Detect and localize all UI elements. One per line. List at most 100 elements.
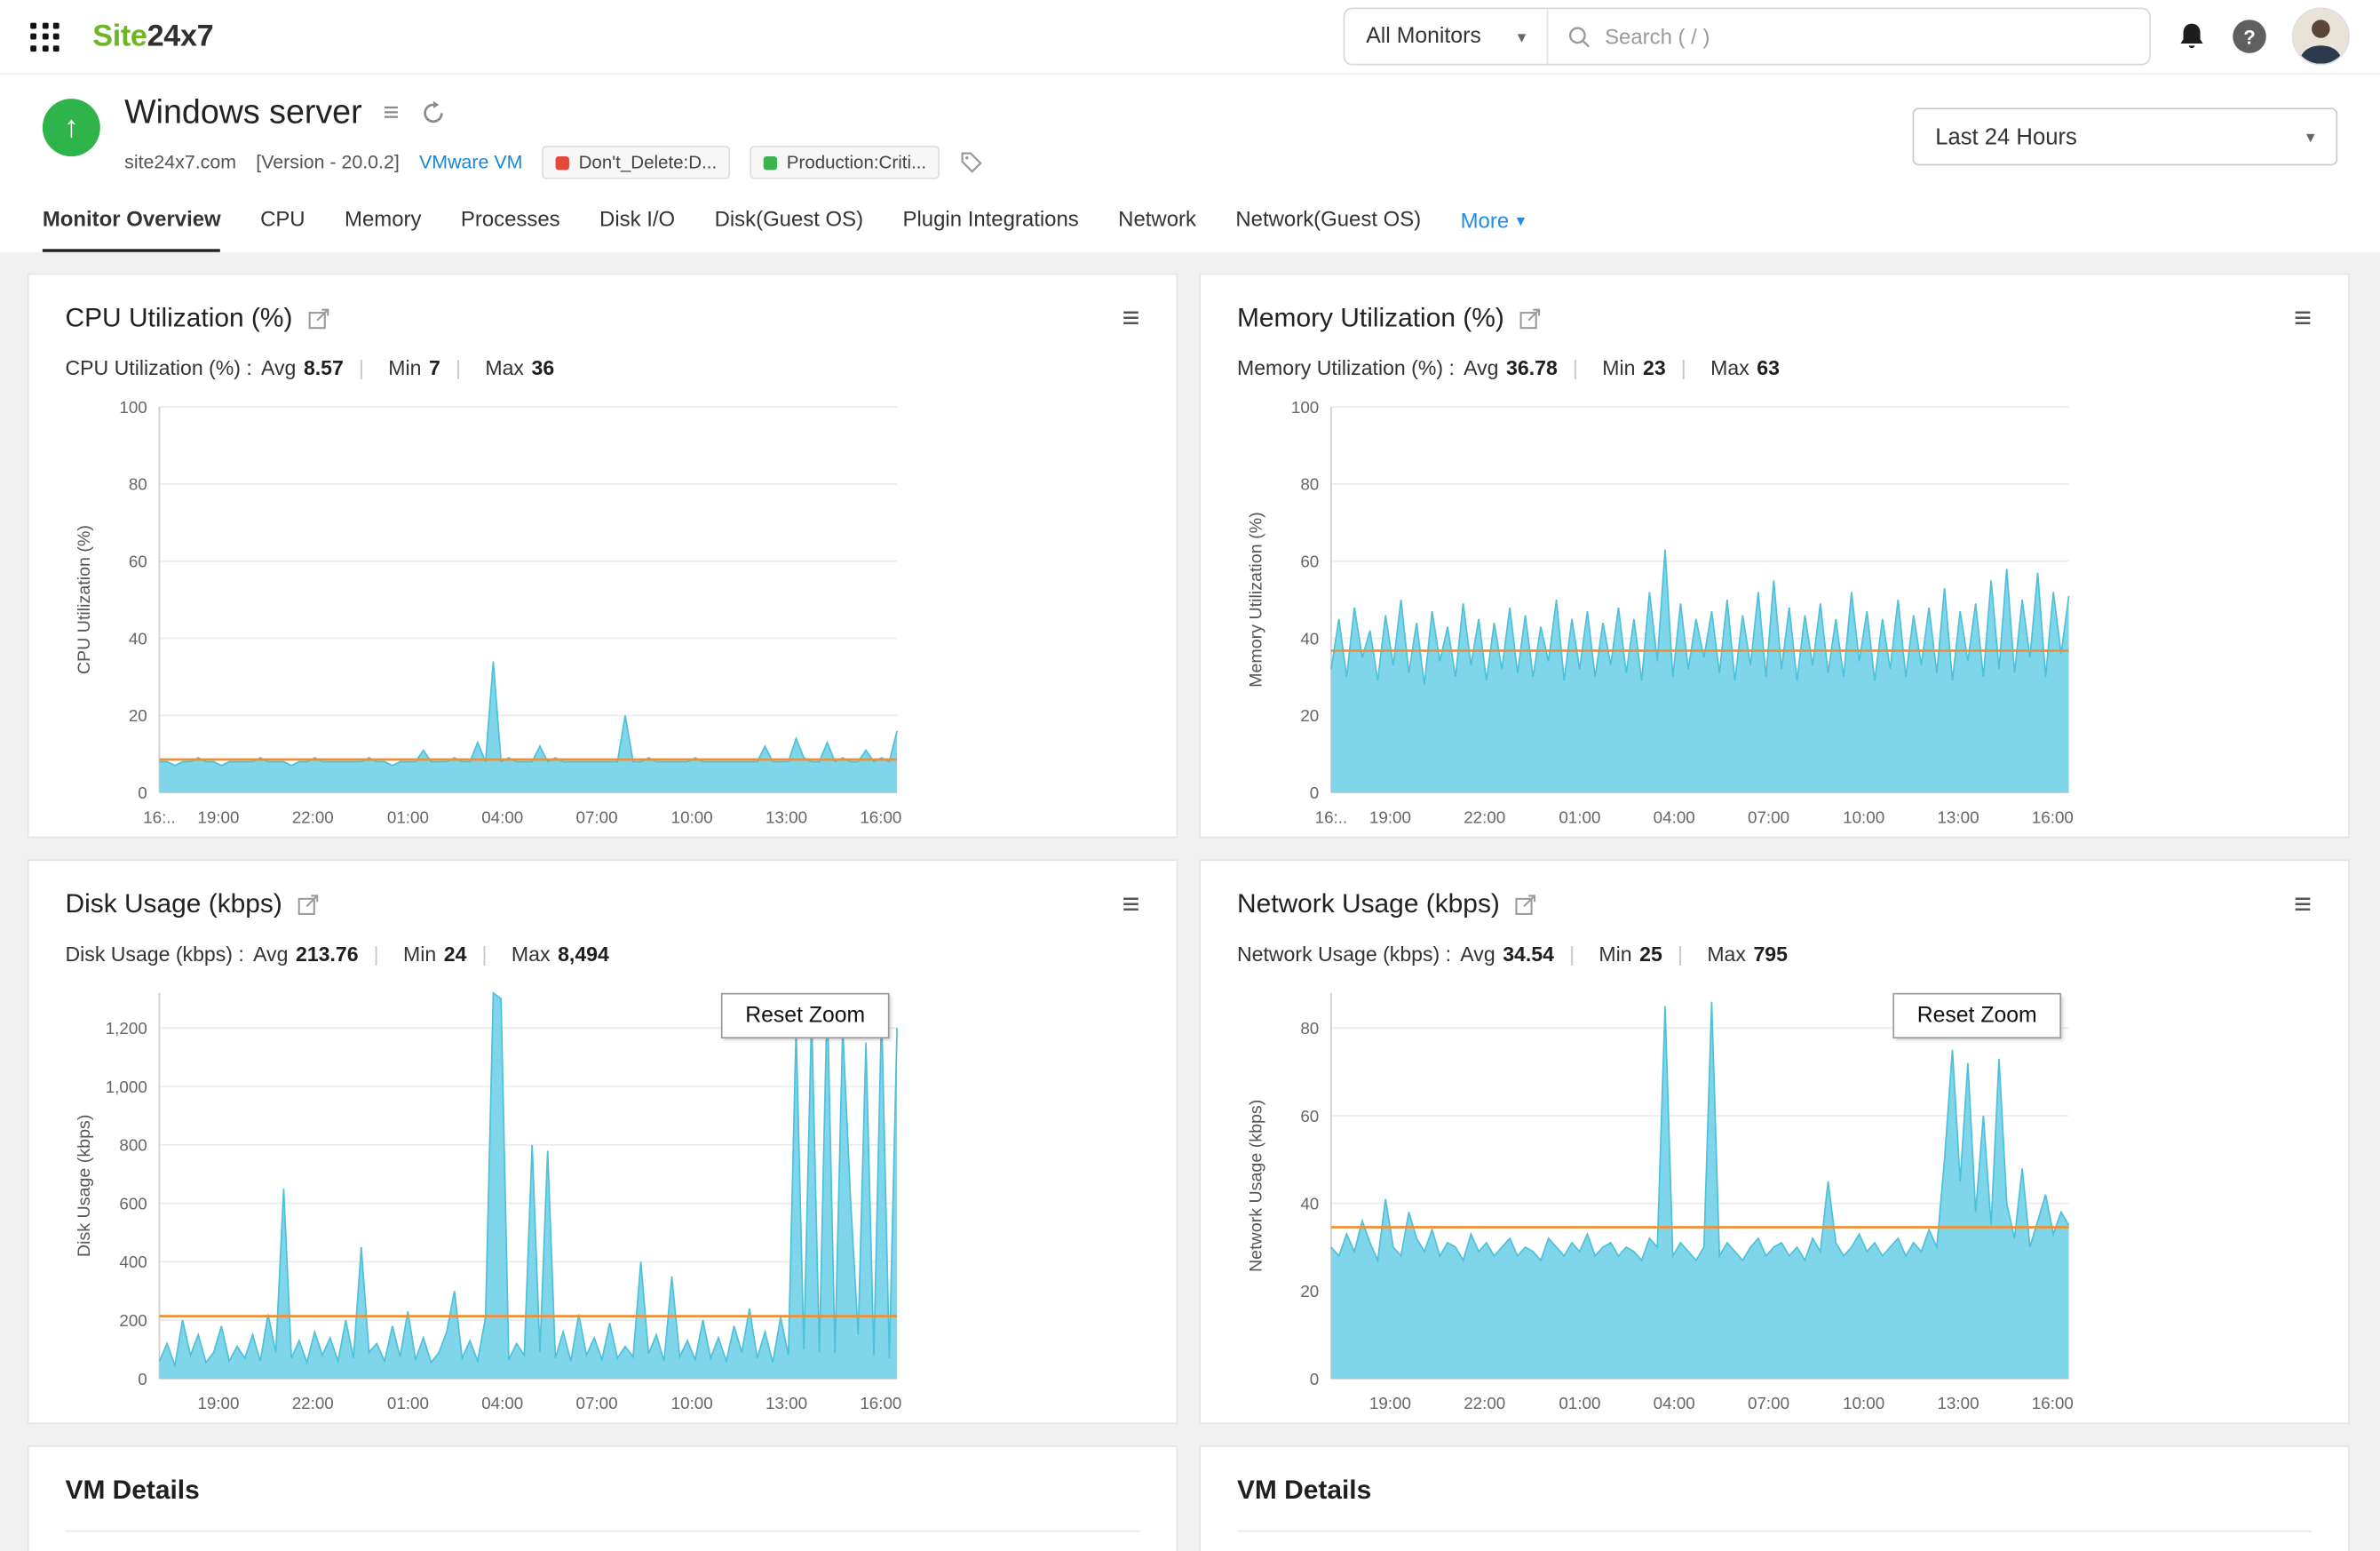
notifications-bell-icon[interactable] [2177, 20, 2207, 52]
stats-label: CPU Utilization (%) : [65, 356, 252, 380]
time-range-dropdown[interactable]: Last 24 Hours ▾ [1912, 107, 2338, 166]
svg-text:200: 200 [119, 1311, 147, 1330]
chart-menu-icon[interactable]: ≡ [2294, 889, 2312, 919]
user-avatar[interactable] [2291, 7, 2350, 66]
cpu-utilization-panel: CPU Utilization (%) ≡ CPU Utilization (%… [27, 273, 1178, 839]
dashboard-content: CPU Utilization (%) ≡ CPU Utilization (%… [0, 252, 2380, 1551]
expand-chart-icon[interactable] [1519, 306, 1543, 330]
refresh-icon[interactable] [420, 99, 446, 125]
tab-processes[interactable]: Processes [461, 206, 560, 251]
svg-text:04:00: 04:00 [1654, 807, 1695, 826]
vm-details-panel-right: VM Details ESX/ESXi Host Name 172.21.112… [1199, 1445, 2350, 1551]
vmware-vm-link[interactable]: VMware VM [419, 152, 522, 173]
tag-label: Don't_Delete:D... [578, 151, 718, 173]
vm-detail-row: ESX/ESXi Host Name 172.21.112.41 [1236, 1530, 2313, 1551]
disk-usage-panel: Disk Usage (kbps) ≡ Disk Usage (kbps) : … [27, 859, 1178, 1425]
disk-chart-area[interactable]: 0 200 400 600 800 1,000 1,200 19:00 22:00 01:00 04… [65, 972, 1139, 1423]
status-up-icon: ↑ [42, 99, 100, 157]
svg-text:0: 0 [1310, 783, 1319, 802]
monitors-dropdown-label: All Monitors [1366, 24, 1481, 49]
svg-text:16:..: 16:.. [143, 807, 176, 826]
svg-text:10:00: 10:00 [671, 807, 713, 826]
tab-memory[interactable]: Memory [345, 206, 421, 251]
tab-cpu[interactable]: CPU [260, 206, 305, 251]
search-icon [1568, 25, 1591, 48]
cpu-chart: 0 20 40 60 80 100 16:.. 19:00 22:00 01:00 04:00 07:… [75, 398, 902, 826]
monitors-dropdown[interactable]: All Monitors ▾ [1345, 24, 1547, 48]
chart-stats-cpu: CPU Utilization (%) : Avg 8.57 | Min 7 | M… [65, 356, 555, 380]
max-value: 8,494 [558, 943, 609, 966]
tag-icon[interactable] [960, 150, 984, 174]
chart-menu-icon[interactable]: ≡ [1123, 303, 1140, 333]
logo-site-text: Site [92, 19, 147, 52]
svg-text:0: 0 [138, 1370, 147, 1388]
svg-text:01:00: 01:00 [1559, 1394, 1600, 1412]
svg-text:13:00: 13:00 [766, 1394, 807, 1412]
search-placeholder: Search ( / ) [1605, 24, 1710, 49]
time-range-value: Last 24 Hours [1935, 123, 2077, 150]
svg-text:40: 40 [129, 629, 147, 648]
max-value: 36 [531, 356, 555, 380]
svg-text:1,200: 1,200 [106, 1019, 147, 1038]
tab-monitor-overview[interactable]: Monitor Overview [42, 206, 221, 252]
cpu-chart-area[interactable]: 0 20 40 60 80 100 16:.. 19:00 22:00 01:00 04:00 07:… [65, 386, 1139, 837]
monitor-subtitle: site24x7.com [Version - 20.0.2] VMware V… [124, 146, 984, 179]
svg-text:16:..: 16:.. [1315, 807, 1348, 826]
monitor-tabs: Monitor Overview CPU Memory Processes Di… [0, 179, 2380, 252]
tab-more-label: More [1460, 208, 1510, 233]
svg-text:01:00: 01:00 [1559, 807, 1600, 826]
reset-zoom-button[interactable]: Reset Zoom [1892, 992, 2062, 1039]
expand-chart-icon[interactable] [1515, 893, 1538, 916]
top-bar: Site24x7 All Monitors ▾ Search ( / ) ? [0, 0, 2380, 75]
tag-color-red [555, 155, 570, 170]
expand-chart-icon[interactable] [308, 306, 331, 330]
svg-text:04:00: 04:00 [1654, 1394, 1695, 1412]
chart-menu-icon[interactable]: ≡ [1123, 889, 1140, 919]
search-group: All Monitors ▾ Search ( / ) [1343, 7, 2151, 66]
tag-production-critical[interactable]: Production:Criti... [750, 146, 940, 179]
tab-plugin-integrations[interactable]: Plugin Integrations [903, 206, 1079, 251]
svg-text:13:00: 13:00 [1937, 807, 1979, 826]
svg-text:22:00: 22:00 [1464, 807, 1505, 826]
max-value: 795 [1753, 943, 1788, 966]
search-input[interactable]: Search ( / ) [1549, 24, 2149, 49]
chevron-down-icon: ▾ [1516, 211, 1526, 230]
svg-text:16:00: 16:00 [860, 807, 901, 826]
stats-label: Disk Usage (kbps) : [65, 943, 244, 966]
stats-label: Network Usage (kbps) : [1236, 943, 1452, 966]
svg-text:01:00: 01:00 [387, 807, 429, 826]
site24x7-logo[interactable]: Site24x7 [92, 19, 213, 53]
tab-network[interactable]: Network [1118, 206, 1196, 251]
tag-label: Production:Criti... [786, 151, 927, 173]
tab-disk-io[interactable]: Disk I/O [599, 206, 675, 251]
chart-stats-disk: Disk Usage (kbps) : Avg 213.76 | Min 24 | … [65, 943, 609, 966]
svg-text:20: 20 [129, 706, 147, 725]
tab-network-guest-os[interactable]: Network(Guest OS) [1235, 206, 1421, 251]
apps-grid-icon[interactable] [30, 21, 60, 52]
monitor-menu-icon[interactable]: ≡ [384, 99, 400, 126]
svg-text:60: 60 [129, 553, 147, 571]
svg-text:600: 600 [119, 1194, 147, 1213]
chevron-down-icon: ▾ [2306, 128, 2315, 147]
monitor-title-block: Windows server ≡ site24x7.com [Version -… [124, 92, 984, 179]
tab-more[interactable]: More ▾ [1461, 206, 1526, 251]
expand-chart-icon[interactable] [298, 893, 321, 916]
help-icon[interactable]: ? [2233, 20, 2266, 53]
svg-text:CPU Utilization (%): CPU Utilization (%) [75, 525, 94, 674]
network-chart-area[interactable]: 0 20 40 60 80 19:00 22:00 01:00 04:00 07:00 10:00 1… [1237, 972, 2312, 1423]
tab-disk-guest-os[interactable]: Disk(Guest OS) [715, 206, 864, 251]
reset-zoom-button[interactable]: Reset Zoom [720, 992, 890, 1039]
network-usage-panel: Network Usage (kbps) ≡ Network Usage (kb… [1199, 859, 2350, 1425]
svg-text:20: 20 [1300, 706, 1319, 725]
monitor-header: ↑ Windows server ≡ site24x7.com [Version… [0, 74, 2380, 179]
svg-text:19:00: 19:00 [1369, 1394, 1411, 1412]
chart-title-disk: Disk Usage (kbps) [65, 887, 282, 919]
logo-24x7-text: 24x7 [147, 19, 214, 52]
monitor-host: site24x7.com [124, 151, 237, 173]
svg-text:07:00: 07:00 [576, 1394, 618, 1412]
svg-text:01:00: 01:00 [387, 1394, 429, 1412]
tag-dont-delete[interactable]: Don't_Delete:D... [542, 146, 731, 179]
tag-color-green [764, 155, 778, 170]
memory-chart-area[interactable]: 0 20 40 60 80 100 16:.. 19:00 22:00 01:00 04:00 07:… [1237, 386, 2312, 837]
chart-menu-icon[interactable]: ≡ [2294, 303, 2312, 333]
